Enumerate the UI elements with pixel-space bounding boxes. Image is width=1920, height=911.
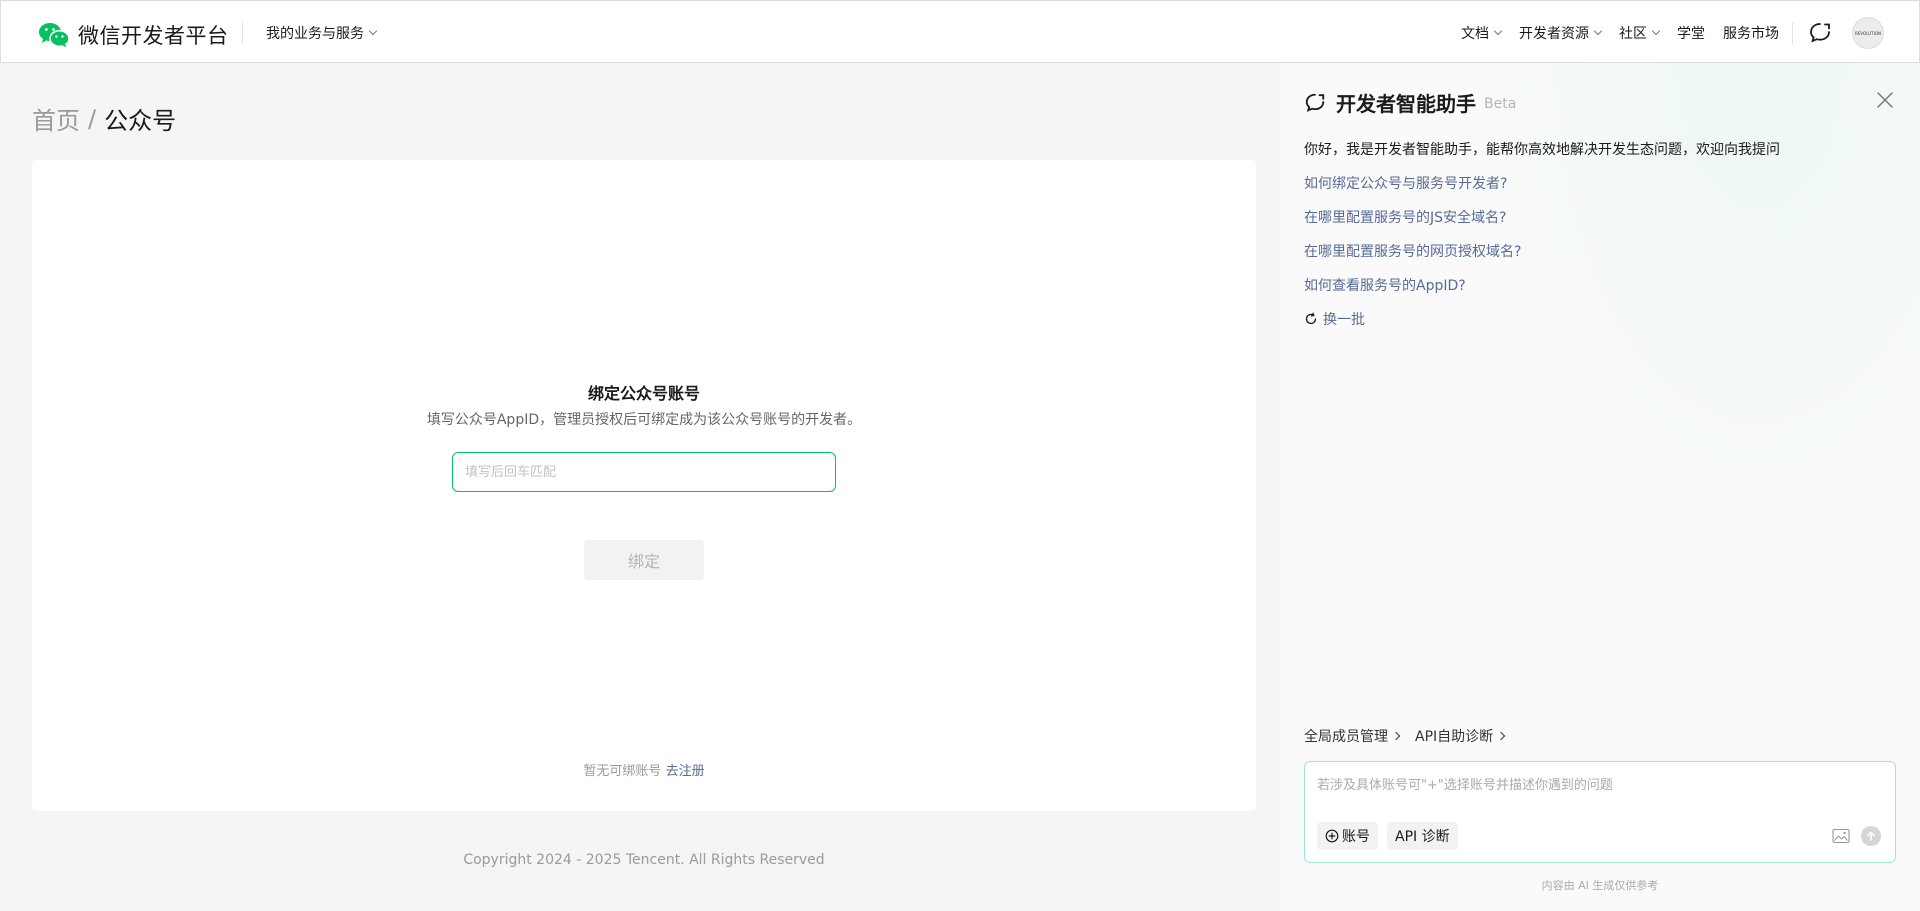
quick-link-label: API自助诊断 [1415, 729, 1494, 745]
my-services-label: 我的业务与服务 [266, 26, 364, 42]
nav-docs[interactable]: 文档 [1461, 23, 1503, 43]
suggestion-item[interactable]: 在哪里配置服务号的网页授权域名? [1304, 241, 1521, 275]
quick-link-member-management[interactable]: 全局成员管理 [1304, 726, 1401, 746]
refresh-label: 换一批 [1323, 312, 1365, 328]
assistant-panel: 开发者智能助手 Beta 你好，我是开发者智能助手，能帮你高效地解决开发生态问题… [1280, 63, 1920, 911]
chevron-down-icon [1593, 26, 1603, 35]
suggestion-list: 如何绑定公众号与服务号开发者? 在哪里配置服务号的JS安全域名? 在哪里配置服务… [1304, 173, 1521, 329]
breadcrumb-separator: / [88, 104, 97, 133]
chevron-down-icon [368, 26, 378, 36]
beta-badge: Beta [1484, 95, 1517, 112]
nav-dev-resources-label: 开发者资源 [1519, 25, 1589, 42]
my-services-dropdown[interactable]: 我的业务与服务 [266, 23, 378, 43]
bind-description: 填写公众号AppID，管理员授权后可绑定成为该公众号账号的开发者。 [426, 412, 862, 428]
no-account-text: 暂无可绑账号 [583, 764, 662, 779]
copyright: Copyright 2024 - 2025 Tencent. All Right… [463, 852, 825, 868]
refresh-icon [1305, 312, 1317, 325]
chat-bubble-icon [1305, 93, 1325, 112]
nav-service-market[interactable]: 服务市场 [1723, 23, 1779, 43]
image-icon[interactable] [1832, 828, 1850, 844]
chat-input-box: 账号 API 诊断 [1304, 761, 1896, 863]
header-divider [242, 22, 243, 44]
ai-disclaimer: 内容由 AI 生成仅供参考 [1541, 879, 1659, 892]
bind-card: 绑定公众号账号 填写公众号AppID，管理员授权后可绑定成为该公众号账号的开发者… [32, 160, 1256, 811]
chevron-right-icon [1496, 731, 1506, 741]
plus-circle-icon [1325, 829, 1339, 843]
logo-text: 微信开发者平台 [78, 24, 229, 48]
nav-community-label: 社区 [1619, 25, 1647, 42]
send-arrow-icon [1867, 831, 1875, 841]
breadcrumb: 首页 / 公众号 [32, 101, 176, 136]
nav-divider [1792, 22, 1793, 44]
account-chip-label: 账号 [1342, 829, 1370, 845]
quick-link-label: 全局成员管理 [1304, 729, 1388, 745]
top-nav: 文档 开发者资源 社区 学堂 服务市场 [1443, 1, 1779, 64]
site-logo[interactable]: 微信开发者平台 [38, 20, 229, 50]
wechat-logo-icon [39, 23, 70, 48]
api-diagnosis-chip[interactable]: API 诊断 [1387, 822, 1458, 850]
bind-title: 绑定公众号账号 [587, 384, 700, 403]
chevron-down-icon [1651, 26, 1661, 35]
chevron-down-icon [1493, 26, 1503, 35]
quick-links: 全局成员管理 API自助诊断 [1304, 726, 1520, 746]
appid-input[interactable] [452, 452, 836, 492]
chevron-right-icon [1391, 731, 1401, 741]
nav-academy-label: 学堂 [1677, 25, 1705, 42]
account-chip[interactable]: 账号 [1317, 822, 1378, 850]
assistant-title: 开发者智能助手 [1336, 92, 1476, 116]
assistant-welcome: 你好，我是开发者智能助手，能帮你高效地解决开发生态问题，欢迎向我提问 [1304, 142, 1780, 158]
send-button[interactable] [1861, 826, 1881, 846]
user-avatar[interactable]: REVOLUTION [1852, 17, 1884, 49]
nav-community[interactable]: 社区 [1619, 23, 1661, 43]
breadcrumb-current: 公众号 [104, 107, 177, 135]
register-link[interactable]: 去注册 [666, 764, 705, 779]
suggestion-item[interactable]: 如何查看服务号的AppID? [1304, 275, 1521, 309]
nav-academy[interactable]: 学堂 [1677, 23, 1705, 43]
api-chip-label: API 诊断 [1395, 829, 1450, 845]
quick-link-api-diagnosis[interactable]: API自助诊断 [1415, 726, 1506, 746]
nav-dev-resources[interactable]: 开发者资源 [1519, 23, 1603, 43]
close-icon[interactable] [1876, 91, 1894, 109]
top-header: 微信开发者平台 我的业务与服务 文档 开发者资源 社区 学堂 服务市场 REVO… [0, 0, 1920, 63]
chat-input[interactable] [1317, 774, 1877, 814]
breadcrumb-home[interactable]: 首页 [32, 101, 80, 136]
avatar-text: REVOLUTION [1855, 30, 1881, 36]
bind-button[interactable]: 绑定 [584, 540, 704, 580]
nav-service-market-label: 服务市场 [1723, 25, 1779, 42]
suggestion-item[interactable]: 如何绑定公众号与服务号开发者? [1304, 173, 1521, 207]
nav-docs-label: 文档 [1461, 25, 1489, 42]
chat-bubble-icon[interactable] [1808, 21, 1832, 45]
suggestion-item[interactable]: 在哪里配置服务号的JS安全域名? [1304, 207, 1521, 241]
assistant-header: 开发者智能助手 Beta [1304, 88, 1516, 117]
refresh-suggestions-button[interactable]: 换一批 [1304, 309, 1521, 329]
no-account-row: 暂无可绑账号 去注册 [32, 760, 1256, 779]
